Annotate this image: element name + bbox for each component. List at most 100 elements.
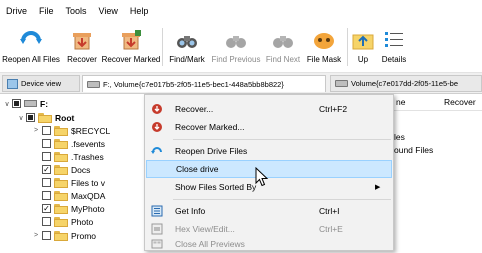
tree-checkbox[interactable] bbox=[26, 113, 35, 122]
refresh-icon bbox=[151, 145, 163, 157]
tree-row[interactable]: > Promo bbox=[34, 229, 97, 242]
menu-item-label: Recover... bbox=[175, 104, 214, 114]
find-mark-label: Find/Mark bbox=[169, 55, 205, 64]
column-name-header[interactable]: ne bbox=[396, 97, 405, 107]
menu-item-recover-marked[interactable]: Recover Marked... bbox=[146, 118, 392, 136]
recover-marked-button[interactable]: Recover Marked bbox=[102, 22, 160, 68]
folder-up-icon bbox=[351, 28, 375, 52]
tree-item-label: $RECYCL bbox=[71, 125, 111, 136]
info-icon bbox=[151, 205, 163, 217]
menu-item-label: Show Files Sorted By bbox=[175, 182, 257, 192]
folder-icon bbox=[38, 112, 52, 123]
tree-checkbox[interactable] bbox=[42, 178, 51, 187]
previews-icon bbox=[151, 238, 163, 250]
folder-icon bbox=[54, 164, 68, 175]
menu-item-reopen-drive-files[interactable]: Reopen Drive Files bbox=[146, 142, 392, 160]
file-mask-icon bbox=[312, 28, 336, 52]
folder-icon bbox=[54, 216, 68, 227]
menu-item-recover[interactable]: Recover... Ctrl+F2 bbox=[146, 100, 392, 118]
folder-icon bbox=[54, 125, 68, 136]
file-mask-button[interactable]: File Mask bbox=[303, 22, 345, 68]
menu-file[interactable]: File bbox=[33, 6, 60, 16]
find-mark-button[interactable]: Find/Mark bbox=[165, 22, 209, 68]
tab-volume-f[interactable]: F:, Volume{c7e017b5-2f05-11e5-bec1-448a5… bbox=[82, 75, 326, 92]
tree-checkbox[interactable] bbox=[42, 152, 51, 161]
menu-drive[interactable]: Drive bbox=[0, 6, 33, 16]
reopen-all-files-button[interactable]: Reopen All Files bbox=[0, 22, 62, 68]
folder-icon bbox=[54, 203, 68, 214]
tree-checkbox[interactable] bbox=[42, 191, 51, 200]
details-icon bbox=[382, 28, 406, 52]
up-button[interactable]: Up bbox=[350, 22, 376, 68]
tree-checkbox[interactable] bbox=[42, 126, 51, 135]
folder-icon bbox=[54, 177, 68, 188]
tree-item-label: Photo bbox=[71, 216, 94, 227]
tree-row[interactable]: ✓ Docs bbox=[42, 163, 90, 176]
tree-row[interactable]: > $RECYCL bbox=[34, 124, 111, 137]
tree-checkbox[interactable]: ✓ bbox=[42, 165, 51, 174]
file-list-item-label: ound Files bbox=[394, 145, 434, 155]
recover-label: Recover bbox=[67, 55, 97, 64]
recover-marked-icon bbox=[119, 28, 143, 52]
tree-row-root[interactable]: ∨ Root bbox=[16, 111, 74, 124]
drive-icon bbox=[24, 100, 37, 107]
recover-icon bbox=[70, 28, 94, 52]
device-icon bbox=[7, 78, 18, 89]
menu-item-show-files-sorted-by[interactable]: Show Files Sorted By ▶ bbox=[146, 178, 392, 196]
drive-icon bbox=[87, 80, 100, 88]
menu-item-close-all-previews[interactable]: Close All Previews bbox=[146, 235, 392, 253]
tab-device-view[interactable]: Device view bbox=[2, 75, 80, 92]
tree-checkbox[interactable] bbox=[42, 139, 51, 148]
folder-icon bbox=[54, 230, 68, 241]
tree-row[interactable]: MaxQDA bbox=[42, 189, 105, 202]
drive-icon bbox=[335, 80, 348, 87]
tree-item-label: MyPhoto bbox=[71, 203, 105, 214]
expand-icon[interactable]: > bbox=[30, 127, 42, 134]
find-next-label: Find Next bbox=[265, 55, 301, 64]
tree-row[interactable]: Photo bbox=[42, 215, 93, 228]
menu-item-shortcut: Ctrl+E bbox=[319, 224, 343, 234]
tree-checkbox[interactable] bbox=[12, 99, 21, 108]
tree-item-label: MaxQDA bbox=[71, 190, 106, 201]
file-list-item-label: les bbox=[394, 132, 405, 142]
menu-help[interactable]: Help bbox=[124, 6, 155, 16]
tree-row[interactable]: .fsevents bbox=[42, 137, 105, 150]
find-next-button[interactable]: Find Next bbox=[263, 22, 303, 68]
tree-item-label: Docs bbox=[71, 164, 91, 175]
binoculars-prev-icon bbox=[224, 28, 248, 52]
tab-volume-2[interactable]: Volume{c7e017dd-2f05-11e5-be bbox=[330, 75, 482, 92]
tab-volume-f-label: F:, Volume{c7e017b5-2f05-11e5-bec1-448a5… bbox=[103, 79, 284, 89]
column-recover-header[interactable]: Recover bbox=[444, 97, 476, 107]
tree-row-drive[interactable]: ∨ F: bbox=[2, 97, 48, 110]
menu-view[interactable]: View bbox=[93, 6, 124, 16]
collapse-icon[interactable]: ∨ bbox=[16, 114, 26, 122]
menu-item-label: Recover Marked... bbox=[175, 122, 245, 132]
menu-item-get-info[interactable]: Get Info Ctrl+I bbox=[146, 202, 392, 220]
folder-tree: ∨ F: ∨ Root > $RECYCL .fsevents .Trashes… bbox=[0, 94, 120, 251]
tree-item-label: Promo bbox=[71, 230, 97, 241]
find-previous-label: Find Previous bbox=[211, 55, 261, 64]
menu-item-label: Close drive bbox=[176, 164, 219, 174]
tree-checkbox[interactable]: ✓ bbox=[42, 204, 51, 213]
menu-item-close-drive[interactable]: Close drive bbox=[146, 160, 392, 178]
tab-bar: Device view F:, Volume{c7e017b5-2f05-11e… bbox=[0, 73, 482, 94]
tree-row[interactable]: .Trashes bbox=[42, 150, 104, 163]
details-button[interactable]: Details bbox=[376, 22, 412, 68]
tab-device-label: Device view bbox=[21, 79, 62, 88]
tree-checkbox[interactable] bbox=[42, 217, 51, 226]
collapse-icon[interactable]: ∨ bbox=[2, 100, 12, 108]
recover-button[interactable]: Recover bbox=[62, 22, 102, 68]
find-previous-button[interactable]: Find Previous bbox=[209, 22, 263, 68]
tree-checkbox[interactable] bbox=[42, 231, 51, 240]
tree-row[interactable]: Files to v bbox=[42, 176, 105, 189]
menu-tools[interactable]: Tools bbox=[60, 6, 93, 16]
up-label: Up bbox=[357, 55, 369, 64]
expand-icon[interactable]: > bbox=[30, 232, 42, 239]
folder-icon bbox=[54, 151, 68, 162]
tree-drive-label: F: bbox=[40, 98, 49, 109]
refresh-icon bbox=[19, 28, 43, 52]
menu-item-label: Reopen Drive Files bbox=[175, 146, 248, 156]
tree-row[interactable]: ✓ MyPhoto bbox=[42, 202, 105, 215]
menu-item-label: Get Info bbox=[175, 206, 206, 216]
menu-item-label: Hex View/Edit... bbox=[175, 224, 235, 234]
